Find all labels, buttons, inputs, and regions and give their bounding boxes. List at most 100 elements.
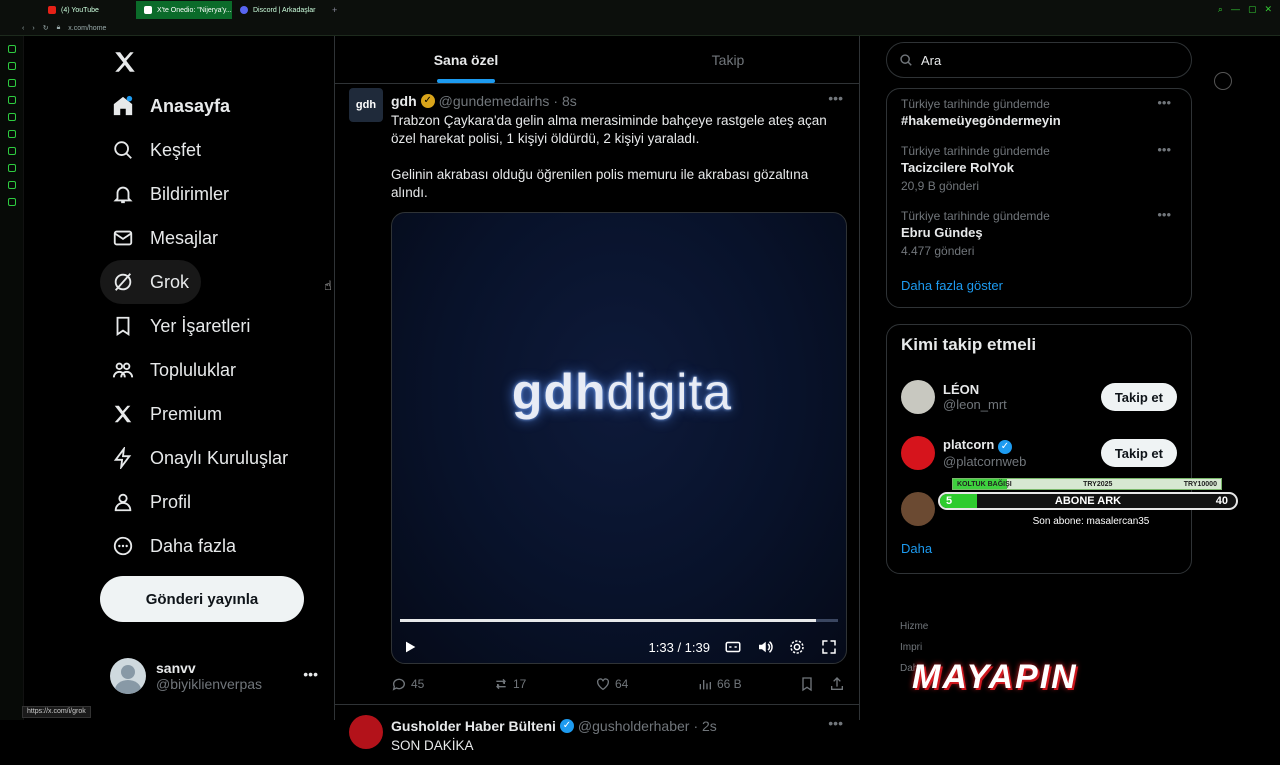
- more-icon[interactable]: •••: [1157, 95, 1171, 110]
- reload-icon[interactable]: ↻: [43, 24, 49, 32]
- sidebar-app-icon[interactable]: [8, 113, 16, 121]
- like-button[interactable]: 64: [595, 676, 697, 692]
- stream-brand-logo: MAYAPIN: [912, 658, 1078, 697]
- new-tab-icon[interactable]: +: [332, 5, 337, 15]
- nav-item-explore[interactable]: Keşfet: [100, 128, 213, 172]
- play-icon[interactable]: [402, 639, 418, 655]
- bookmark-icon[interactable]: [799, 676, 815, 692]
- captions-icon[interactable]: [724, 638, 742, 656]
- bell-icon: [112, 183, 134, 205]
- profile-name: sanvv: [156, 660, 262, 676]
- donation-goal-bar: KOLTUK BAĞIŞI TRY2025 TRY10000: [952, 478, 1222, 490]
- tweet-author-handle[interactable]: @gundemedairhs: [439, 93, 550, 109]
- x-logo-icon[interactable]: [100, 40, 150, 84]
- tweet-author-handle[interactable]: @gusholderhaber: [578, 718, 690, 734]
- subscriber-goal-bar: 5 ABONE ARK 40: [938, 492, 1238, 510]
- heart-icon: [595, 676, 611, 692]
- trend-item[interactable]: Türkiye tarihinde gündemde Tacizcilere R…: [901, 136, 1177, 201]
- account-switcher[interactable]: sanvv @biyiklienverpas •••: [110, 658, 330, 694]
- share-icon[interactable]: [829, 676, 845, 692]
- nav-item-verified-orgs[interactable]: Onaylı Kuruluşlar: [100, 436, 300, 480]
- search-input[interactable]: Ara: [921, 53, 941, 68]
- grok-icon: [112, 271, 134, 293]
- sidebar-app-icon[interactable]: [8, 181, 16, 189]
- tweet[interactable]: gdh gdh ✓ @gundemedairhs · 8s ••• Trabzo…: [335, 84, 859, 705]
- url-text[interactable]: x.com/home: [68, 25, 106, 32]
- tweet-time[interactable]: · 2s: [693, 718, 716, 734]
- tweet-avatar[interactable]: gdh: [349, 88, 383, 122]
- analytics-icon: [697, 676, 713, 692]
- views-button[interactable]: 66 B: [697, 676, 799, 692]
- avatar[interactable]: [901, 380, 935, 414]
- microphone-icon: [1176, 594, 1226, 700]
- close-icon[interactable]: ✕: [1264, 4, 1272, 15]
- maximize-icon[interactable]: ▢: [1248, 4, 1257, 15]
- follow-button[interactable]: Takip et: [1101, 439, 1177, 467]
- post-button[interactable]: Gönderi yayınla: [100, 576, 304, 622]
- forward-icon[interactable]: ›: [32, 25, 34, 32]
- trend-item[interactable]: Türkiye tarihinde gündemde Ebru Gündeş 4…: [901, 201, 1177, 266]
- window-controls: ⌕ — ▢ ✕: [1218, 4, 1272, 15]
- follow-button[interactable]: Takip et: [1101, 383, 1177, 411]
- tweet-author-name[interactable]: gdh: [391, 93, 417, 109]
- more-icon[interactable]: •••: [303, 666, 318, 682]
- sidebar-app-icon[interactable]: [8, 147, 16, 155]
- search-icon: [899, 53, 913, 67]
- last-subscriber: Son abone: masalercan35: [926, 516, 1256, 527]
- sidebar-app-icon[interactable]: [8, 96, 16, 104]
- tab-following[interactable]: Takip: [597, 36, 859, 83]
- tab-for-you[interactable]: Sana özel: [335, 36, 597, 83]
- sidebar-app-icon[interactable]: [8, 198, 16, 206]
- tweet-avatar[interactable]: [349, 715, 383, 749]
- nav-item-grok[interactable]: Grok: [100, 260, 201, 304]
- more-icon[interactable]: •••: [828, 715, 843, 731]
- trend-item[interactable]: Türkiye tarihinde gündemde #hakemeüyegön…: [901, 89, 1177, 136]
- nav-item-premium[interactable]: Premium: [100, 392, 234, 436]
- tweet-text: Trabzon Çaykara'da gelin alma merasimind…: [391, 112, 845, 148]
- trends-panel: Türkiye tarihinde gündemde #hakemeüyegön…: [886, 88, 1192, 308]
- sidebar-app-icon[interactable]: [8, 45, 16, 53]
- sidebar-app-icon[interactable]: [8, 62, 16, 70]
- tweet[interactable]: Gusholder Haber Bülteni ✓ @gusholderhabe…: [335, 705, 859, 765]
- sidebar-app-icon[interactable]: [8, 130, 16, 138]
- more-icon[interactable]: •••: [828, 90, 843, 106]
- nav-item-home[interactable]: Anasayfa: [100, 84, 242, 128]
- sidebar-app-icon[interactable]: [8, 79, 16, 87]
- fullscreen-icon[interactable]: [820, 638, 838, 656]
- person-icon: [112, 491, 134, 513]
- tweet-author-name[interactable]: Gusholder Haber Bülteni: [391, 718, 556, 734]
- more-icon[interactable]: •••: [1157, 207, 1171, 222]
- address-bar[interactable]: ‹ › ↻ 🔒︎ x.com/home: [22, 21, 106, 35]
- follow-suggestion[interactable]: platcorn ✓ @platcornweb Takip et: [901, 425, 1177, 481]
- tweet-text: SON DAKİKA: [391, 737, 845, 755]
- back-icon[interactable]: ‹: [22, 25, 24, 32]
- minimize-icon[interactable]: —: [1231, 4, 1240, 15]
- video-player[interactable]: gdhdigita 1:33 / 1:39: [391, 212, 847, 664]
- search-box[interactable]: Ara: [886, 42, 1192, 78]
- reply-button[interactable]: 45: [391, 676, 493, 692]
- sidebar-app-icon[interactable]: [8, 164, 16, 172]
- video-progress-bar[interactable]: [400, 619, 838, 622]
- volume-icon[interactable]: [756, 638, 774, 656]
- verified-blue-icon: ✓: [560, 719, 574, 733]
- follow-suggestion[interactable]: LÉON @leon_mrt Takip et: [901, 369, 1177, 425]
- settings-gear-icon[interactable]: [788, 638, 806, 656]
- nav-item-messages[interactable]: Mesajlar: [100, 216, 230, 260]
- show-more-link[interactable]: Daha fazla göster: [901, 266, 1177, 301]
- browser-tab-youtube[interactable]: (4) YouTube: [40, 1, 136, 19]
- bookmark-icon: [112, 315, 134, 337]
- repost-button[interactable]: 17: [493, 676, 595, 692]
- nav-item-bookmarks[interactable]: Yer İşaretleri: [100, 304, 262, 348]
- nav-item-communities[interactable]: Topluluklar: [100, 348, 248, 392]
- nav-item-notifications[interactable]: Bildirimler: [100, 172, 241, 216]
- nav-item-profile[interactable]: Profil: [100, 480, 203, 524]
- avatar[interactable]: [901, 436, 935, 470]
- youtube-icon: [48, 6, 56, 14]
- verified-blue-icon: ✓: [998, 440, 1012, 454]
- tweet-time[interactable]: · 8s: [553, 93, 576, 109]
- nav-item-more[interactable]: Daha fazla: [100, 524, 248, 568]
- browser-tab-x[interactable]: X'te Onedio: "Nijerya'y...: [136, 1, 232, 19]
- search-icon[interactable]: ⌕: [1218, 4, 1223, 15]
- browser-tab-discord[interactable]: Discord | Arkadaşlar: [232, 1, 328, 19]
- more-icon[interactable]: •••: [1157, 142, 1171, 157]
